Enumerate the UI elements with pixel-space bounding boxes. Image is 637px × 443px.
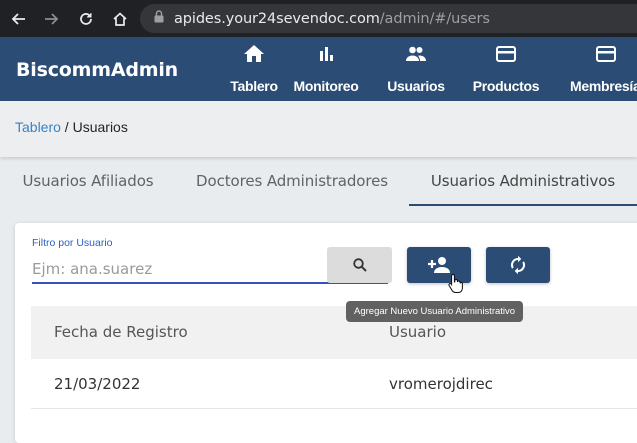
nav-label: Usuarios [387,78,445,94]
nav-item-productos[interactable]: Productos [470,37,542,101]
person-add-icon [428,257,450,273]
search-button[interactable] [327,247,392,283]
column-header-fecha[interactable]: Fecha de Registro [54,323,188,341]
search-icon [352,258,367,272]
nav-item-membresia[interactable]: Membresía [570,37,637,101]
tab-doctores-administradores[interactable]: Doctores Administradores [186,160,398,204]
breadcrumb-current: Usuarios [72,119,128,135]
tabs-bar: Usuarios Afiliados Doctores Administrado… [0,160,637,206]
nav-label: Membresía [570,78,637,94]
table-header: Fecha de Registro Usuario [31,306,637,359]
app-header: BiscommAdmin Tablero Monitoreo Usuarios … [0,37,637,101]
breadcrumb-link-tablero[interactable]: Tablero [15,119,61,135]
nav-item-monitoreo[interactable]: Monitoreo [290,37,362,101]
table-row[interactable]: 21/03/2022 vromerojdirec [31,360,637,409]
nav-item-usuarios[interactable]: Usuarios [380,37,452,101]
hand-cursor-icon [448,273,464,298]
cell-fecha: 21/03/2022 [54,375,141,393]
home-icon [244,45,264,62]
url-host: apides.your24sevendoc.com [174,10,380,27]
cell-usuario: vromerojdirec [389,375,493,393]
nav-label: Productos [472,78,540,94]
reload-icon[interactable] [75,8,97,30]
people-icon [406,46,426,61]
tab-usuarios-afiliados[interactable]: Usuarios Afiliados [10,160,166,204]
refresh-icon [510,255,526,275]
column-header-usuario[interactable]: Usuario [389,323,446,341]
refresh-button[interactable] [486,247,550,283]
nav-label: Tablero [230,78,278,94]
url-path: /admin/#/users [379,10,490,27]
breadcrumb-bar: Tablero / Usuarios [0,101,637,157]
card-icon [596,46,616,62]
users-card: Filtro por Usuario Fecha de Registro Usu… [15,223,637,443]
home-browser-icon[interactable] [109,8,131,30]
card-icon [496,46,516,62]
tab-usuarios-administrativos[interactable]: Usuarios Administrativos [409,160,637,206]
nav-label: Monitoreo [293,78,359,94]
forward-arrow-icon[interactable] [41,8,63,30]
tooltip: Agregar Nuevo Usuario Administrativo [346,301,524,322]
filter-label: Filtro por Usuario [32,237,113,249]
address-bar[interactable]: apides.your24sevendoc.com/admin/#/users [140,4,637,33]
back-arrow-icon[interactable] [7,8,29,30]
breadcrumb: Tablero / Usuarios [15,119,128,135]
nav-item-tablero[interactable]: Tablero [224,37,284,101]
browser-toolbar: apides.your24sevendoc.com/admin/#/users [0,0,637,37]
lock-icon [154,10,164,27]
bar-chart-icon [320,47,333,61]
brand-title[interactable]: BiscommAdmin [16,59,178,81]
breadcrumb-separator: / [60,119,73,135]
